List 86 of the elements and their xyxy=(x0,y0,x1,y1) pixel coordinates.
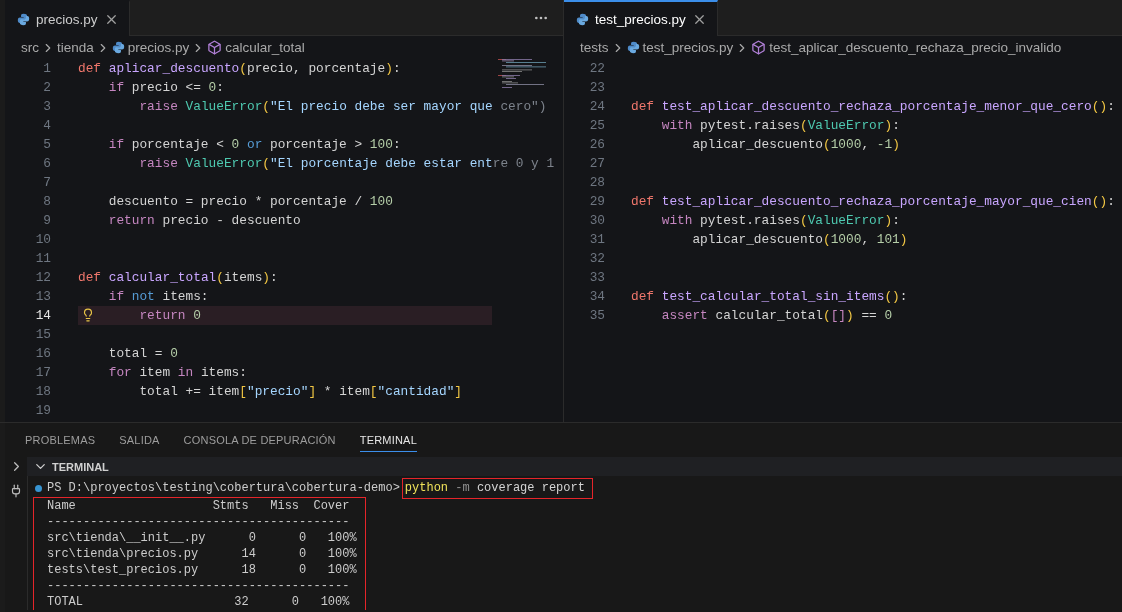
plug-icon[interactable] xyxy=(9,484,23,498)
code-line: descuento = precio * porcentaje / 100 xyxy=(108,194,393,209)
code-line: aplicar_descuento(1000, 101) xyxy=(692,232,908,247)
panel-tab[interactable]: CONSOLA DE DEPURACIÓN xyxy=(183,428,336,452)
python-icon xyxy=(626,41,640,54)
code-line: def test_calcular_total_sin_items(): xyxy=(631,289,908,304)
line-number: 22 xyxy=(588,61,605,76)
terminal-line: src\tienda\precios.py 14 0 100% xyxy=(47,546,357,562)
line-number: 12 xyxy=(34,270,51,285)
line-number: 1 xyxy=(42,61,51,76)
code-line: total += item["precio"] * item["cantidad"] xyxy=(139,384,463,399)
line-number: 11 xyxy=(34,251,51,266)
line-number: 25 xyxy=(588,118,605,133)
code-line: def calcular_total(items): xyxy=(78,270,278,285)
python-icon xyxy=(17,12,30,26)
line-number: 7 xyxy=(42,175,51,190)
line-number: 30 xyxy=(588,213,605,228)
code-line: total = 0 xyxy=(108,346,178,361)
line-number: 16 xyxy=(34,346,51,361)
breadcrumb-item[interactable]: test_precios.py xyxy=(642,40,734,55)
line-number: 17 xyxy=(34,365,51,380)
terminal-line: ------------------------------------------ xyxy=(47,514,351,530)
line-number: 23 xyxy=(588,80,605,95)
line-number: 26 xyxy=(588,137,605,152)
line-number: 10 xyxy=(34,232,51,247)
line-number: 24 xyxy=(588,99,605,114)
code-line: with pytest.raises(ValueError): xyxy=(661,213,900,228)
python-icon xyxy=(111,41,125,54)
line-number: 33 xyxy=(588,270,605,285)
lightbulb-icon[interactable] xyxy=(81,308,95,322)
terminal-line: Name Stmts Miss Cover xyxy=(47,498,351,514)
line-number: 9 xyxy=(42,213,51,228)
line-number: 4 xyxy=(42,118,51,133)
code-line: raise ValueError("El porcentaje debe estar entre 0 y 1 xyxy=(139,156,555,171)
terminal-command: python -m coverage report xyxy=(401,477,593,499)
line-number: 28 xyxy=(588,175,605,190)
section-title[interactable]: TERMINAL xyxy=(52,460,109,473)
code-line: def test_aplicar_descuento_rechaza_porcentaje_menor_que_cero(): xyxy=(631,99,1115,114)
code-line: aplicar_descuento(1000, -1) xyxy=(692,137,900,152)
status-dot xyxy=(35,484,42,492)
panel-tab[interactable]: PROBLEMAS xyxy=(25,428,96,452)
breadcrumb-item[interactable]: precios.py xyxy=(127,40,190,55)
code-line: if porcentaje < 0 or porcentaje > 100: xyxy=(108,137,401,152)
code-line: if precio <= 0: xyxy=(108,80,224,95)
code-line: raise ValueError("El precio debe ser mayor que cero") xyxy=(139,99,547,114)
line-number: 15 xyxy=(34,327,51,342)
line-number: 2 xyxy=(42,80,51,95)
code-line: def aplicar_descuento(precio, porcentaje): xyxy=(78,61,401,76)
line-number: 18 xyxy=(34,384,51,399)
code-line: for item in items: xyxy=(108,365,247,380)
code-line: return 0 xyxy=(139,308,201,323)
code-line: if not items: xyxy=(108,289,209,304)
cube-icon xyxy=(751,40,767,55)
terminal-line: src\tienda\__init__.py 0 0 100% xyxy=(47,530,357,546)
line-number: 3 xyxy=(42,99,51,114)
panel-tab[interactable]: SALIDA xyxy=(119,428,160,452)
code-line: with pytest.raises(ValueError): xyxy=(661,118,900,133)
breadcrumb-item[interactable]: calcular_total xyxy=(225,40,305,55)
breadcrumb-item[interactable]: test_aplicar_descuento_rechaza_precio_invalido xyxy=(769,40,1062,55)
line-number: 32 xyxy=(588,251,605,266)
terminal-line: ------------------------------------------ xyxy=(47,578,351,594)
cube-icon xyxy=(207,40,223,55)
breadcrumb-item[interactable]: tienda xyxy=(57,40,94,55)
breadcrumb-item[interactable]: src xyxy=(21,40,39,55)
line-number: 29 xyxy=(588,194,605,209)
line-number: 5 xyxy=(42,137,51,152)
breadcrumb-item[interactable]: tests xyxy=(580,40,609,55)
terminal-line: TOTAL 32 0 100% xyxy=(47,594,351,610)
code-line: assert calcular_total([]) == 0 xyxy=(661,308,893,323)
code-line: return precio - descuento xyxy=(108,213,301,228)
line-number: 34 xyxy=(588,289,605,304)
line-number: 8 xyxy=(42,194,51,209)
line-number: 13 xyxy=(34,289,51,304)
line-number: 27 xyxy=(588,156,605,171)
editor-tab[interactable]: precios.py xyxy=(5,0,130,36)
terminal-line: tests\test_precios.py 18 0 100% xyxy=(47,562,357,578)
line-number: 19 xyxy=(34,403,51,418)
editor-tab[interactable]: test_precios.py xyxy=(564,0,718,36)
code-line: def test_aplicar_descuento_rechaza_porcentaje_mayor_que_cien(): xyxy=(631,194,1115,209)
line-number: 14 xyxy=(34,308,51,323)
line-number: 6 xyxy=(42,156,51,171)
panel-tab[interactable]: TERMINAL xyxy=(359,428,417,452)
line-number: 35 xyxy=(588,308,605,323)
terminal-prompt: PS D:\proyectos\testing\cobertura\cobertura-demo> xyxy=(47,481,400,495)
python-icon xyxy=(576,12,589,26)
line-number: 31 xyxy=(588,232,605,247)
